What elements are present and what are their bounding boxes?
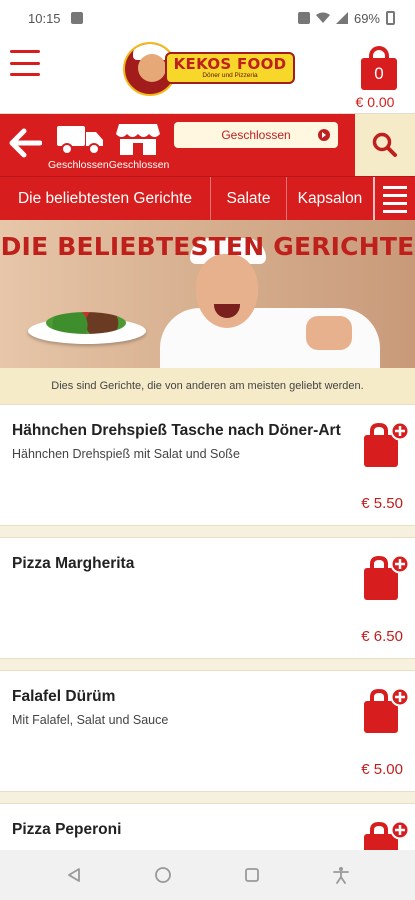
home-circle-icon <box>155 867 172 883</box>
nav-back-button[interactable] <box>62 863 86 887</box>
battery-icon <box>386 11 395 25</box>
cart-button[interactable]: 0 € 0.00 <box>356 44 401 110</box>
item-price: € 6.50 <box>361 628 403 645</box>
logo-title: KEKOS FOOD <box>173 55 287 73</box>
tab-salate[interactable]: Salate <box>211 177 287 220</box>
menu-item[interactable]: Falafel Dürüm Mit Falafel, Salat und Sau… <box>0 670 415 792</box>
logo-subtitle: Döner und Pizzeria <box>202 72 258 79</box>
search-button[interactable] <box>355 114 415 176</box>
salad <box>46 312 126 334</box>
status-select-value: Geschlossen <box>221 128 291 142</box>
search-icon <box>372 132 397 157</box>
recents-square-icon <box>244 868 259 882</box>
menu-item[interactable]: Pizza Margherita € 6.50 <box>0 537 415 659</box>
status-bar: 10:15 69% <box>0 0 415 36</box>
item-price: € 5.00 <box>361 761 403 778</box>
accessibility-icon <box>332 867 349 884</box>
select-arrow-icon <box>318 129 330 141</box>
data-saver-icon <box>297 12 310 24</box>
signal-icon <box>335 12 348 24</box>
opening-status-select[interactable]: Geschlossen <box>174 122 338 148</box>
item-price: € 5.50 <box>361 495 403 512</box>
menu-item[interactable]: Pizza Peperoni <box>0 803 415 850</box>
add-to-cart-icon[interactable] <box>362 421 410 469</box>
order-toolbar: GeschlossenGeschlossen Geschlossen <box>0 114 415 176</box>
back-arrow-icon[interactable] <box>8 128 42 158</box>
cart-count: 0 <box>374 64 384 83</box>
menu-item[interactable]: Hähnchen Drehspieß Tasche nach Döner-Art… <box>0 404 415 526</box>
add-to-cart-icon[interactable] <box>362 687 410 735</box>
app-header: KEKOS FOOD Döner und Pizzeria 0 € 0.00 <box>0 36 415 114</box>
chef-hand <box>306 316 352 350</box>
delivery-mode-status: GeschlossenGeschlossen <box>48 159 170 171</box>
item-name: Falafel Dürüm <box>12 688 116 705</box>
nav-accessibility-button[interactable] <box>329 863 353 887</box>
logo-banner: KEKOS FOOD Döner und Pizzeria <box>165 52 295 84</box>
section-description: Dies sind Gerichte, die von anderen am m… <box>0 368 415 404</box>
menu-item-list[interactable]: Hähnchen Drehspieß Tasche nach Döner-Art… <box>0 404 415 850</box>
nav-home-button[interactable] <box>151 863 175 887</box>
nav-recents-button[interactable] <box>240 863 264 887</box>
add-to-cart-icon[interactable] <box>362 554 410 602</box>
item-description: Mit Falafel, Salat und Sauce <box>12 713 169 727</box>
hero-banner: DIE BELIEBTESTEN GERICHTE <box>0 220 415 368</box>
item-name: Pizza Peperoni <box>12 821 122 838</box>
item-name: Hähnchen Drehspieß Tasche nach Döner-Art <box>12 422 341 439</box>
hero-title: DIE BELIEBTESTEN GERICHTE <box>0 232 415 261</box>
pickup-shop-icon[interactable] <box>116 122 160 156</box>
kekos-food-logo[interactable]: KEKOS FOOD Döner und Pizzeria <box>123 40 295 96</box>
category-list-icon[interactable] <box>373 177 415 220</box>
add-to-cart-icon[interactable] <box>362 820 410 850</box>
delivery-truck-icon[interactable] <box>56 122 104 156</box>
status-time: 10:15 <box>28 10 61 26</box>
cart-total: € 0.00 <box>355 94 395 110</box>
wifi-icon <box>315 12 330 23</box>
item-description: Hähnchen Drehspieß mit Salat und Soße <box>12 447 240 461</box>
battery-percent: 69% <box>353 10 380 26</box>
system-navigation-bar <box>0 850 415 900</box>
gallery-notification-icon <box>70 12 83 24</box>
item-name: Pizza Margherita <box>12 555 135 572</box>
menu-hamburger-icon[interactable] <box>10 50 40 76</box>
status-right: 69% <box>288 11 395 26</box>
tab-kapsalon[interactable]: Kapsalon <box>287 177 374 220</box>
tab-die-beliebtesten-gerichte[interactable]: Die beliebtesten Gerichte <box>0 177 211 220</box>
category-tabs: Die beliebtesten Gerichte Salate Kapsalo… <box>0 176 415 220</box>
back-triangle-icon <box>68 868 81 882</box>
